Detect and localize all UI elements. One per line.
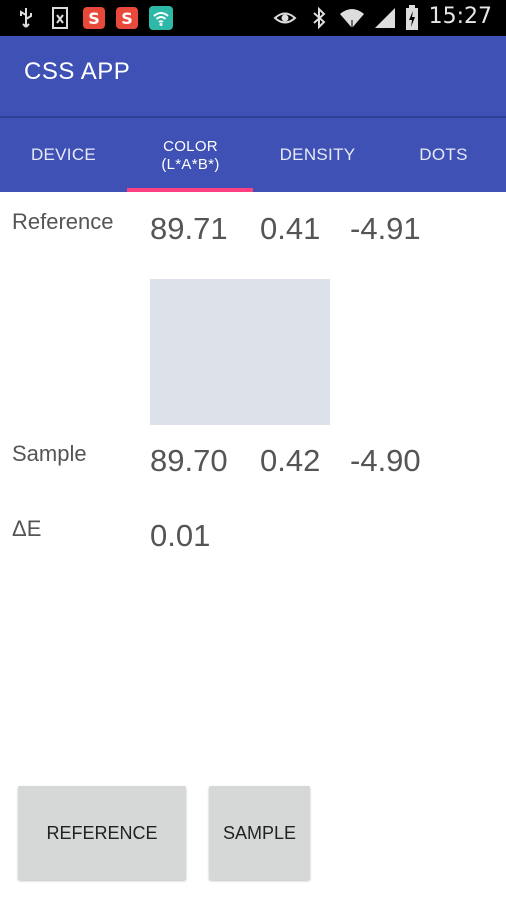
tab-dots[interactable]: DOTS xyxy=(381,118,506,192)
sample-label: Sample xyxy=(12,441,87,466)
app-bar: CSS APP xyxy=(0,36,506,118)
tab-density-label: DENSITY xyxy=(279,145,356,164)
tab-color[interactable]: COLOR (L*A*B*) xyxy=(127,118,254,192)
tab-dots-label: DOTS xyxy=(419,145,468,164)
reference-label: Reference xyxy=(12,209,114,234)
tab-color-label: COLOR xyxy=(163,137,218,155)
eye-icon xyxy=(273,6,297,30)
reference-b-value: -4.91 xyxy=(350,211,421,246)
sample-l-value: 89.70 xyxy=(150,443,228,478)
tab-device-label: DEVICE xyxy=(30,145,97,164)
tab-indicator xyxy=(127,188,253,192)
color-swatch xyxy=(150,279,330,425)
cell-signal-icon xyxy=(372,6,398,30)
sample-b-value: -4.90 xyxy=(350,443,421,478)
reference-button[interactable]: REFERENCE xyxy=(18,786,186,880)
svg-text:S: S xyxy=(88,9,100,28)
sample-button[interactable]: SAMPLE xyxy=(209,786,310,880)
delta-e-label: ΔE xyxy=(12,516,42,541)
reference-l-value: 89.71 xyxy=(150,211,228,246)
delta-e-value: 0.01 xyxy=(150,518,211,553)
status-time: 15:27 xyxy=(428,4,492,29)
status-bar: S S 15:27 xyxy=(0,0,506,36)
tab-bar: DEVICE COLOR (L*A*B*) DENSITY DOTS xyxy=(0,118,506,192)
nfc-icon xyxy=(50,6,72,30)
battery-charging-icon xyxy=(404,5,420,30)
app-title: CSS APP xyxy=(24,58,131,85)
sample-a-value: 0.42 xyxy=(260,443,321,478)
tab-color-sublabel: (L*A*B*) xyxy=(161,155,220,173)
svg-text:S: S xyxy=(121,9,133,28)
usb-icon xyxy=(16,6,36,30)
tab-device[interactable]: DEVICE xyxy=(0,118,127,192)
wifi-signal-icon xyxy=(338,6,366,30)
tab-density[interactable]: DENSITY xyxy=(254,118,381,192)
bluetooth-icon xyxy=(310,6,328,30)
app-s-icon: S xyxy=(115,6,139,30)
wifi-app-icon xyxy=(148,6,174,30)
reference-a-value: 0.41 xyxy=(260,211,321,246)
app-s-icon: S xyxy=(82,6,106,30)
